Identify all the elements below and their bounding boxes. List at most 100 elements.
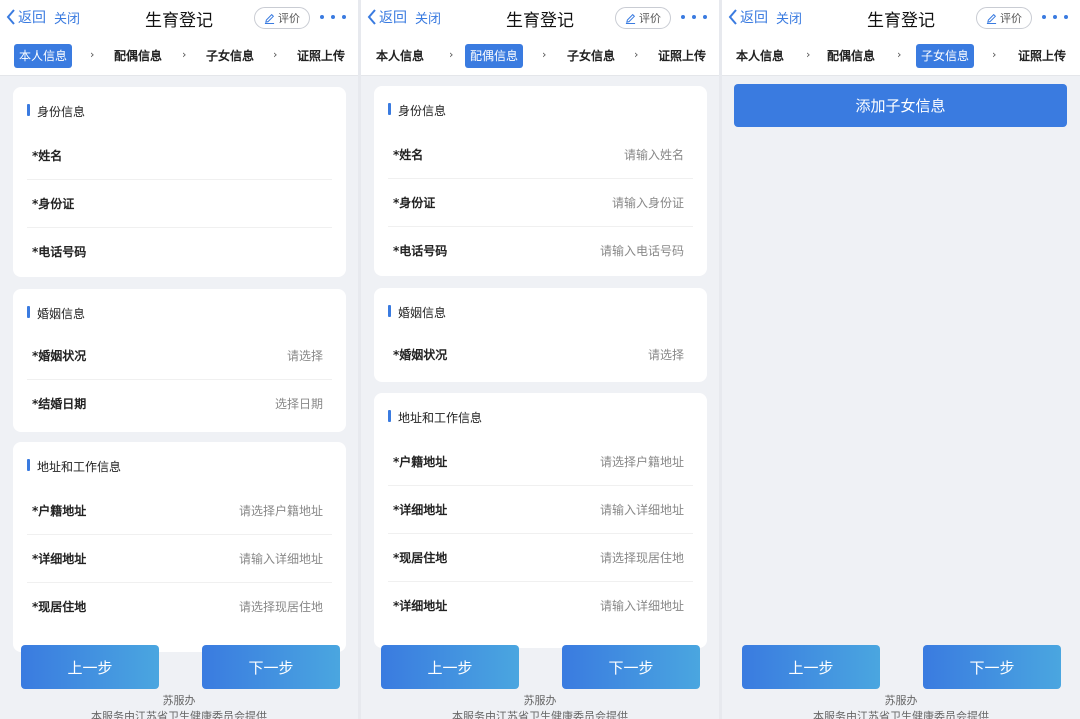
field-placeholder: 请输入详细地址 <box>238 552 323 566</box>
top-bar: 返回 关闭 生育登记 评价 <box>722 0 1080 36</box>
tab-documents-upload[interactable]: 证照上传 <box>656 44 708 68</box>
field-label: *详细地址 <box>32 552 87 566</box>
screen-self-info: 返回 关闭 生育登记 评价 本人信息 › 配偶信息 › 子女信息 › 证照上传 … <box>0 0 358 719</box>
edit-icon <box>986 13 997 24</box>
field-placeholder: 请选择户籍地址 <box>599 455 684 469</box>
chevron-right-icon: › <box>273 48 278 61</box>
section-title: 地址和工作信息 <box>388 409 482 426</box>
footer-provider: 苏服办 <box>884 694 918 707</box>
tab-self-info[interactable]: 本人信息 <box>734 44 786 68</box>
rate-button[interactable]: 评价 <box>976 7 1032 29</box>
chevron-right-icon: › <box>542 48 547 61</box>
close-button[interactable]: 关闭 <box>54 8 80 27</box>
prev-step-button[interactable]: 上一步 <box>21 645 159 689</box>
field-label: *户籍地址 <box>32 504 87 518</box>
field-label: *婚姻状况 <box>32 349 87 363</box>
back-button[interactable]: 返回 <box>728 7 768 27</box>
marriage-card: 婚姻信息 *婚姻状况 请选择 <box>374 288 707 382</box>
rate-label: 评价 <box>639 12 661 25</box>
prev-step-button[interactable]: 上一步 <box>742 645 880 689</box>
dot-icon <box>331 15 335 19</box>
section-title: 婚姻信息 <box>27 305 85 322</box>
divider <box>27 179 332 180</box>
rate-label: 评价 <box>278 12 300 25</box>
next-step-button[interactable]: 下一步 <box>562 645 700 689</box>
chevron-right-icon: › <box>634 48 639 61</box>
rate-button[interactable]: 评价 <box>254 7 310 29</box>
marriage-date-field[interactable]: *结婚日期 选择日期 <box>13 379 346 427</box>
tab-self-info[interactable]: 本人信息 <box>14 44 73 68</box>
prev-step-button[interactable]: 上一步 <box>381 645 519 689</box>
field-label: *户籍地址 <box>393 455 448 469</box>
address-card: 地址和工作信息 *户籍地址 请选择户籍地址 *详细地址 请输入详细地址 *现居住… <box>13 442 346 652</box>
tab-spouse-info[interactable]: 配偶信息 <box>465 44 524 68</box>
name-field[interactable]: *姓名 <box>13 131 346 179</box>
phone-field[interactable]: *电话号码 <box>13 227 346 275</box>
divider <box>27 379 332 380</box>
id-card-field[interactable]: *身份证 <box>13 179 346 227</box>
tab-children-info[interactable]: 子女信息 <box>565 44 617 68</box>
back-button[interactable]: 返回 <box>6 7 46 27</box>
rate-button[interactable]: 评价 <box>615 7 671 29</box>
tab-spouse-info[interactable]: 配偶信息 <box>112 44 164 68</box>
marital-status-field[interactable]: *婚姻状况 请选择 <box>13 331 346 379</box>
dot-icon <box>681 15 685 19</box>
marital-status-field[interactable]: *婚姻状况 请选择 <box>374 330 707 378</box>
footer-note: 本服务由江苏省卫生健康委员会提供 <box>813 710 989 719</box>
dot-icon <box>1053 15 1057 19</box>
more-menu-button[interactable] <box>1042 9 1068 25</box>
section-title: 地址和工作信息 <box>27 458 121 475</box>
more-menu-button[interactable] <box>681 9 707 25</box>
tab-documents-upload[interactable]: 证照上传 <box>1016 44 1068 68</box>
tab-children-info[interactable]: 子女信息 <box>916 44 975 68</box>
edit-icon <box>264 13 275 24</box>
current-address-field[interactable]: *现居住地 请选择现居住地 <box>13 582 346 630</box>
step-nav: 本人信息 › 配偶信息 › 子女信息 › 证照上传 <box>722 36 1080 76</box>
detail-address-field[interactable]: *详细地址 请输入详细地址 <box>13 534 346 582</box>
current-address-field[interactable]: *现居住地 请选择现居住地 <box>374 533 707 581</box>
more-menu-button[interactable] <box>320 9 346 25</box>
address-card: 地址和工作信息 *户籍地址 请选择户籍地址 *详细地址 请输入详细地址 *现居住… <box>374 393 707 648</box>
divider <box>27 227 332 228</box>
id-card-field[interactable]: *身份证 请输入身份证 <box>374 178 707 226</box>
name-field[interactable]: *姓名 请输入姓名 <box>374 130 707 178</box>
field-placeholder: 请输入详细地址 <box>599 503 684 517</box>
top-bar: 返回 关闭 生育登记 评价 <box>0 0 358 36</box>
field-placeholder: 请选择现居住地 <box>238 600 323 614</box>
dot-icon <box>1042 15 1046 19</box>
detail-address-field[interactable]: *详细地址 请输入详细地址 <box>374 485 707 533</box>
next-step-button[interactable]: 下一步 <box>923 645 1061 689</box>
field-label: *身份证 <box>393 196 436 210</box>
household-address-field[interactable]: *户籍地址 请选择户籍地址 <box>374 437 707 485</box>
top-bar: 返回 关闭 生育登记 评价 <box>361 0 719 36</box>
close-button[interactable]: 关闭 <box>415 8 441 27</box>
chevron-right-icon: › <box>897 48 902 61</box>
footer-provider: 苏服办 <box>162 694 196 707</box>
tab-children-info[interactable]: 子女信息 <box>204 44 256 68</box>
close-button[interactable]: 关闭 <box>776 8 802 27</box>
add-child-button[interactable]: 添加子女信息 <box>734 84 1067 127</box>
footer-provider: 苏服办 <box>523 694 557 707</box>
next-step-button[interactable]: 下一步 <box>202 645 340 689</box>
dot-icon <box>692 15 696 19</box>
divider <box>388 226 693 227</box>
field-label: *现居住地 <box>393 551 448 565</box>
tab-spouse-info[interactable]: 配偶信息 <box>825 44 877 68</box>
chevron-right-icon: › <box>90 48 95 61</box>
chevron-right-icon: › <box>806 48 811 61</box>
tab-self-info[interactable]: 本人信息 <box>374 44 426 68</box>
back-label: 返回 <box>740 10 768 26</box>
field-placeholder: 请选择 <box>647 348 684 362</box>
chevron-right-icon: › <box>992 48 997 61</box>
divider <box>388 533 693 534</box>
household-address-field[interactable]: *户籍地址 请选择户籍地址 <box>13 486 346 534</box>
field-label: *电话号码 <box>393 244 448 258</box>
current-detail-address-field[interactable]: *详细地址 请输入详细地址 <box>374 581 707 629</box>
tab-documents-upload[interactable]: 证照上传 <box>295 44 347 68</box>
phone-field[interactable]: *电话号码 请输入电话号码 <box>374 226 707 274</box>
field-label: *姓名 <box>393 148 424 162</box>
chevron-right-icon: › <box>182 48 187 61</box>
back-button[interactable]: 返回 <box>367 7 407 27</box>
chevron-right-icon: › <box>449 48 454 61</box>
identity-card: 身份信息 *姓名 请输入姓名 *身份证 请输入身份证 *电话号码 请输入电话号码 <box>374 86 707 276</box>
